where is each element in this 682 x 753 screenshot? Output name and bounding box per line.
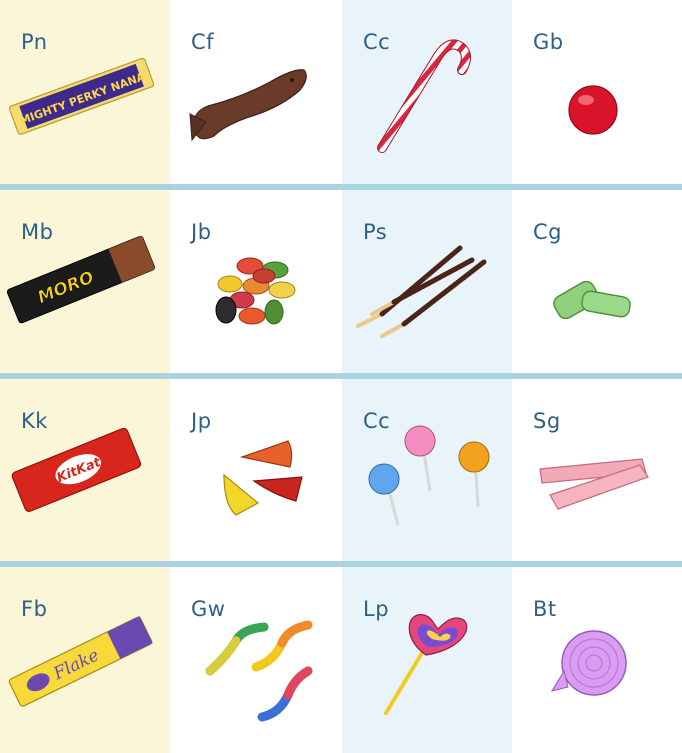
chewing-gum-icon <box>553 280 631 320</box>
gumball-icon <box>568 85 618 135</box>
candy-cell: Jb <box>170 190 340 373</box>
candy-cell: Pn MIGHTY PERKY NANA <box>0 0 170 184</box>
jet-planes-icon <box>223 440 303 516</box>
heart-lollipop-icon <box>384 614 468 715</box>
candy-cell: Fb Flake <box>0 567 170 753</box>
kitkat-bar-icon: KitKat <box>11 427 142 513</box>
candy-grid: Pn MIGHTY PERKY NANA Cf Cc Gb Mb MORO Jb… <box>0 0 682 753</box>
candy-cell: Ps <box>342 190 512 373</box>
flake-bar-icon: Flake <box>8 616 153 707</box>
stick-gum-icon <box>539 458 649 510</box>
bubble-tape-icon <box>550 630 627 696</box>
candy-cell: Gw <box>170 567 340 753</box>
lollipops-icon <box>368 425 490 526</box>
moro-bar-icon: MORO <box>6 235 156 324</box>
perky-nana-bar-icon: MIGHTY PERKY NANA <box>8 57 155 135</box>
candy-cell: Mb MORO <box>0 190 170 373</box>
candy-cell: Lp <box>342 567 512 753</box>
candy-cell: Cc <box>342 379 512 561</box>
candy-cell: Cf <box>170 0 340 184</box>
jelly-beans-icon <box>215 257 296 325</box>
candy-cell: Gb <box>512 0 682 184</box>
candy-cane-icon <box>377 39 471 153</box>
candy-cell: Jp <box>170 379 340 561</box>
gummy-worms-icon <box>205 620 313 722</box>
pocky-sticks-icon <box>356 245 487 338</box>
candy-cell: Cg <box>512 190 682 373</box>
candy-cell: Bt <box>512 567 682 753</box>
candy-cell: Cc <box>342 0 512 184</box>
candy-cell: Kk KitKat <box>0 379 170 561</box>
candy-cell: Sg <box>512 379 682 561</box>
chocolate-fish-icon <box>189 69 307 142</box>
